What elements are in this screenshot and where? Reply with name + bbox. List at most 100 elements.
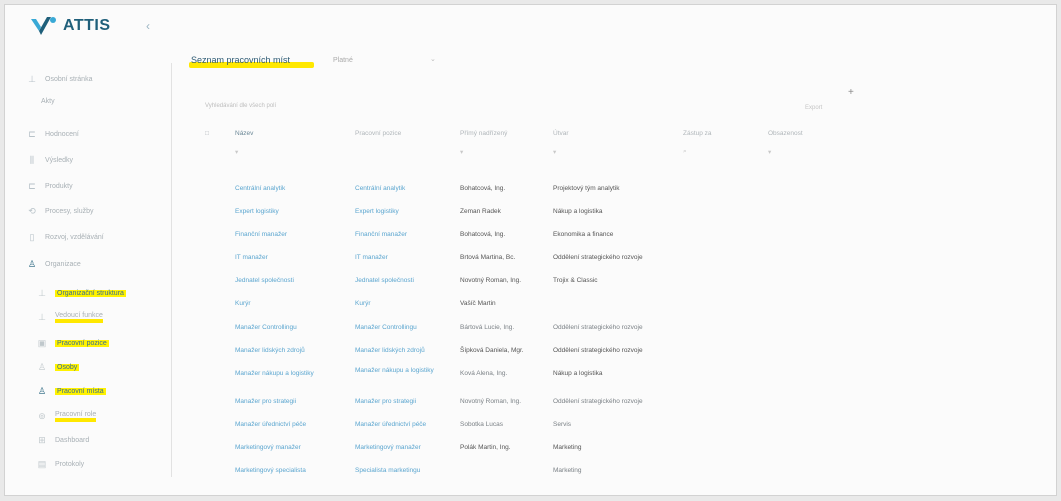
sidebar-item-work-roles[interactable]: ⊚ Pracovní role [37, 408, 97, 424]
role-icon: ⊚ [38, 410, 46, 421]
cell-position[interactable]: Manažer úřednictví péče [355, 421, 426, 428]
chevron-down-icon[interactable]: ⌄ [430, 55, 436, 63]
cell-position[interactable]: Manažer pro strategii [355, 398, 416, 405]
table-row[interactable]: Manažer pro strategii Manažer pro strate… [203, 398, 853, 414]
table-row[interactable]: Kurýr Kurýr Vašíč Martin [203, 300, 853, 316]
sidebar-item-acts[interactable]: Akty [41, 93, 55, 109]
cell-name[interactable]: Expert logistiky [235, 208, 279, 215]
sidebar-item-label: Dashboard [55, 436, 90, 444]
sidebar-item-work-positions[interactable]: ▣ Pracovní pozice [37, 335, 109, 351]
cell-name[interactable]: Manažer lidských zdrojů [235, 347, 305, 354]
logo[interactable]: ATTIS [29, 15, 111, 37]
filter-input[interactable]: ▾ [235, 148, 238, 156]
attis-logo-icon [31, 17, 56, 35]
sidebar-item-label: Pracovní místa [55, 387, 106, 395]
cell-name[interactable]: Jednatel společnosti [235, 277, 294, 284]
filter-input[interactable]: ▾ [768, 148, 771, 156]
column-header-name[interactable]: Název [235, 130, 253, 137]
sidebar-item-products[interactable]: ⊏ Produkty [27, 178, 73, 194]
cell-position[interactable]: Jednatel společnosti [355, 277, 414, 284]
table-row[interactable]: Manažer Controllingu Manažer Controlling… [203, 324, 853, 340]
cell-position[interactable]: Specialista marketingu [355, 467, 420, 474]
sidebar-item-workplaces[interactable]: ♙ Pracovní místa [37, 383, 106, 399]
app-window: ATTIS ‹ ⊥ Osobní stránka Akty ⊏ Hodnocen… [4, 4, 1057, 496]
table-row[interactable]: Manažer nákupu a logistiky Manažer nákup… [203, 367, 853, 386]
chart-bars-icon: ⫼ [29, 154, 35, 165]
org-icon: ♙ [37, 385, 47, 396]
cell-name[interactable]: Manažer Controllingu [235, 324, 297, 331]
table-row[interactable]: Marketingový manažer Marketingový manaže… [203, 444, 853, 460]
add-icon[interactable]: + [848, 87, 854, 98]
cell-superior: Bohatcová, Ing. [460, 185, 506, 192]
sidebar-item-org-structure[interactable]: ⊥ Organizační struktura [37, 285, 126, 301]
sidebar-item-profile[interactable]: ⊥ Osobní stránka [27, 71, 92, 87]
cell-name[interactable]: Kurýr [235, 300, 251, 307]
column-header-position[interactable]: Pracovní pozice [355, 130, 401, 137]
search-input[interactable]: Vyhledávání dle všech polí [205, 103, 276, 109]
sidebar-item-persons[interactable]: ♙ Osoby [37, 359, 80, 375]
cell-superior: Bohatcová, Ing. [460, 231, 506, 238]
main-content: Seznam pracovních míst Platné ⌄ + Vyhled… [185, 5, 1056, 495]
cell-department: Ekonomika a finance [553, 231, 614, 238]
cell-name[interactable]: Marketingový specialista [235, 467, 306, 474]
sidebar-item-dashboard[interactable]: ⊞ Dashboard [37, 432, 89, 448]
filter-input[interactable]: ▾ [460, 148, 463, 156]
sidebar-item-label: Procesy, služby [45, 207, 94, 215]
export-button[interactable]: Export [805, 105, 822, 111]
sidebar-item-evaluation[interactable]: ⊏ Hodnocení [27, 126, 79, 142]
cell-position[interactable]: Finanční manažer [355, 231, 407, 238]
cell-position[interactable]: Expert logistiky [355, 208, 399, 215]
cell-name[interactable]: Marketingový manažer [235, 444, 301, 451]
filter-input[interactable]: ▾ [553, 148, 556, 156]
cell-name[interactable]: Manažer pro strategii [235, 398, 296, 405]
validity-filter[interactable]: Platné [333, 57, 353, 64]
table-row[interactable]: Manažer lidských zdrojů Manažer lidských… [203, 347, 853, 363]
column-header-substitute[interactable]: Zástup za [683, 130, 712, 137]
cell-position[interactable]: Manažer lidských zdrojů [355, 347, 425, 354]
table-row[interactable]: IT manažer IT manažer Brtová Martina, Bc… [203, 254, 853, 270]
cell-position[interactable]: Centrální analytik [355, 185, 405, 192]
cell-department: Projektový tým analytik [553, 185, 620, 192]
person-icon: ♙ [37, 361, 47, 372]
list-icon: ⊏ [28, 180, 36, 191]
cell-position[interactable]: Kurýr [355, 300, 371, 307]
cell-name[interactable]: Manažer úřednictví péče [235, 421, 306, 428]
process-icon: ⟲ [28, 205, 36, 216]
sidebar-item-label: Produkty [45, 182, 73, 190]
sidebar-item-organization[interactable]: ♙ Organizace [27, 256, 81, 272]
table-row[interactable]: Marketingový specialista Specialista mar… [203, 467, 853, 483]
column-header-department[interactable]: Útvar [553, 130, 569, 137]
column-header-superior[interactable]: Přímý nadřízený [460, 130, 507, 137]
table-row[interactable]: Jednatel společnosti Jednatel společnost… [203, 277, 853, 293]
cell-department: Nákup a logistika [553, 208, 603, 215]
chevron-left-icon[interactable]: ‹ [146, 19, 150, 33]
cell-name[interactable]: Manažer nákupu a logistiky [235, 370, 314, 377]
sidebar-item-development[interactable]: ▯ Rozvoj, vzdělávání [27, 229, 104, 245]
column-header-occupancy[interactable]: Obsazenost [768, 130, 803, 137]
cell-superior: Brtová Martina, Bc. [460, 254, 516, 261]
sidebar-item-results[interactable]: ⫼ Výsledky [27, 152, 73, 168]
cell-superior: Sobotka Lucas [460, 421, 504, 428]
cell-superior: Zeman Radek [460, 208, 501, 215]
table-row[interactable]: Manažer úřednictví péče Manažer úřednict… [203, 421, 853, 437]
table-row[interactable]: Expert logistiky Expert logistiky Zeman … [203, 208, 853, 224]
search-icon[interactable]: ⌕ [683, 148, 687, 156]
table-row[interactable]: Centrální analytik Centrální analytik Bo… [203, 185, 853, 201]
cell-superior: Bártová Lucie, Ing. [460, 324, 515, 331]
cell-position[interactable]: IT manažer [355, 254, 388, 261]
cell-position[interactable]: Manažer Controllingu [355, 324, 417, 331]
org-icon: ⊥ [38, 287, 46, 298]
sidebar-item-processes[interactable]: ⟲ Procesy, služby [27, 203, 94, 219]
cell-department: Trojix & Classic [553, 277, 598, 284]
table-row[interactable]: Finanční manažer Finanční manažer Bohatc… [203, 231, 853, 247]
cell-name[interactable]: Finanční manažer [235, 231, 287, 238]
cell-position[interactable]: Manažer nákupu a logistiky [355, 367, 435, 375]
sidebar-item-protocols[interactable]: ▤ Protokoly [37, 456, 84, 472]
cell-name[interactable]: Centrální analytik [235, 185, 285, 192]
cell-department: Servis [553, 421, 572, 428]
sidebar-item-management-functions[interactable]: ⊥ Vedoucí funkce [37, 309, 103, 325]
sidebar: ATTIS ‹ ⊥ Osobní stránka Akty ⊏ Hodnocen… [5, 5, 171, 495]
cell-name[interactable]: IT manažer [235, 254, 268, 261]
select-all-checkbox[interactable]: □ [205, 130, 209, 137]
cell-position[interactable]: Marketingový manažer [355, 444, 421, 451]
